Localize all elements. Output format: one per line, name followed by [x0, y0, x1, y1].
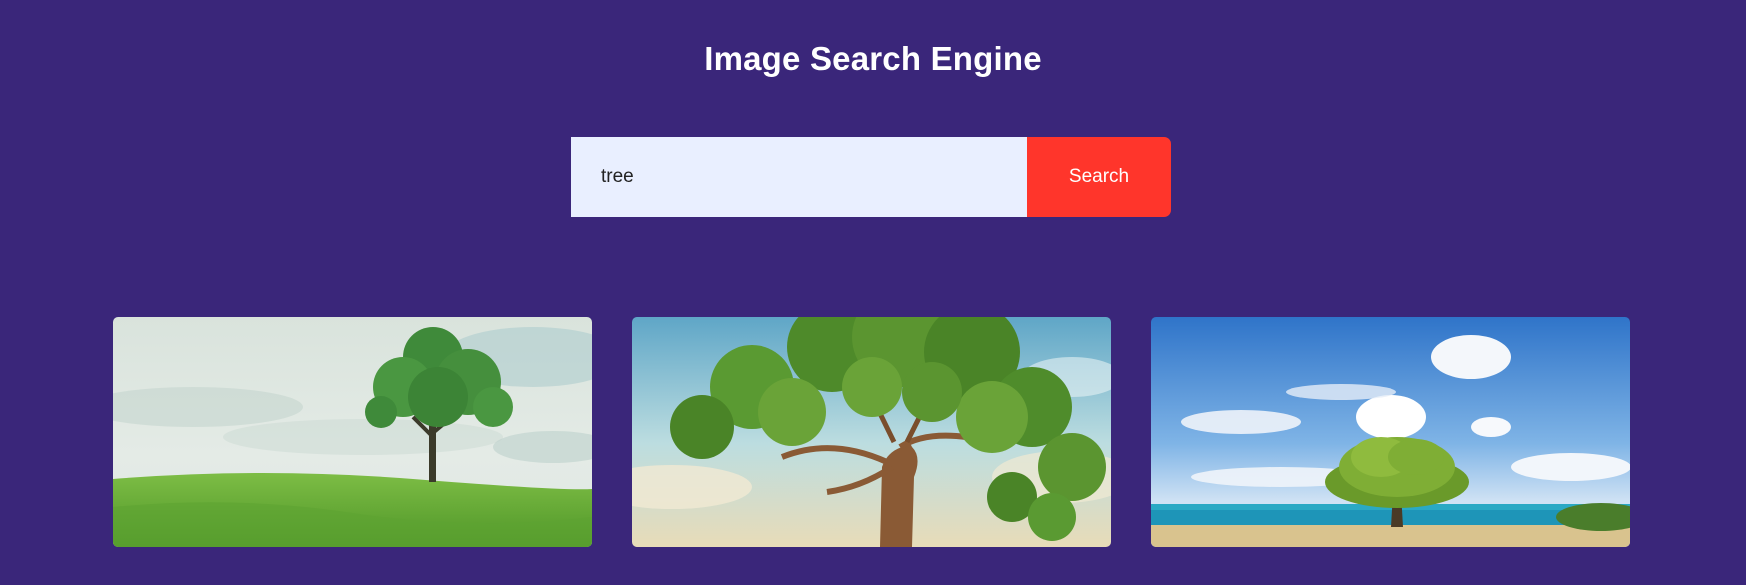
search-input[interactable] — [571, 137, 1027, 217]
large-tree-image — [632, 317, 1111, 547]
tree-field-image — [113, 317, 592, 547]
page-title: Image Search Engine — [704, 40, 1042, 77]
image-results-grid — [113, 317, 1630, 547]
beach-tree-image — [1151, 317, 1630, 547]
search-button[interactable]: Search — [1027, 137, 1171, 217]
image-result-card[interactable] — [113, 317, 592, 547]
search-form: Search — [571, 137, 1171, 217]
image-result-card[interactable] — [632, 317, 1111, 547]
image-result-card[interactable] — [1151, 317, 1630, 547]
